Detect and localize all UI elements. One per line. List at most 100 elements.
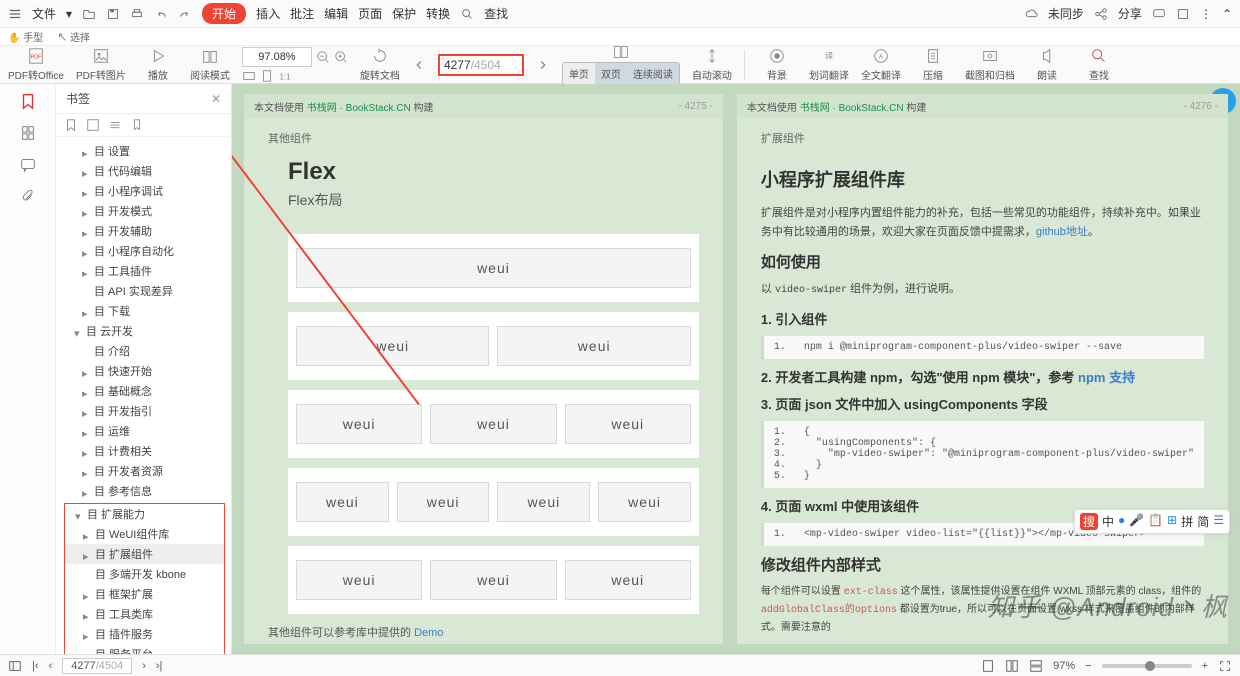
tree-node[interactable]: ▸目 框架扩展 (65, 584, 224, 604)
compress[interactable]: 压缩 (913, 47, 953, 82)
tree-node[interactable]: ▸目 开发模式 (64, 201, 231, 221)
thumbnail-icon[interactable] (19, 124, 37, 142)
menu-edit[interactable]: 编辑 (324, 5, 348, 22)
tree-node[interactable]: ▸目 WeUI组件库 (65, 524, 224, 544)
github-link[interactable]: github地址 (1036, 226, 1088, 238)
tree-node[interactable]: ▾目 云开发 (64, 321, 231, 341)
tree-node[interactable]: ▸目 计费相关 (64, 441, 231, 461)
zoom-out-status[interactable]: − (1085, 660, 1091, 672)
select-tool[interactable]: ↖ 选择 (57, 29, 90, 44)
prev-page-icon[interactable] (412, 58, 426, 72)
zoom-in-status[interactable]: + (1202, 660, 1208, 672)
demo-link[interactable]: Demo (414, 627, 443, 639)
find[interactable]: 查找 (1079, 47, 1119, 82)
chat-icon[interactable] (1152, 7, 1166, 21)
menu-comment[interactable]: 批注 (290, 5, 314, 22)
tree-node[interactable]: ▸目 快速开始 (64, 361, 231, 381)
fit-page-icon[interactable] (260, 69, 274, 83)
tree-node[interactable]: ▾目 扩展能力 (65, 504, 224, 524)
npm-support-link[interactable]: npm 支持 (1078, 370, 1135, 385)
window-icon[interactable] (1176, 7, 1190, 21)
hamburger-icon[interactable] (8, 7, 22, 21)
tree-node[interactable]: ▸目 基础概念 (64, 381, 231, 401)
rotate-doc[interactable]: 旋转文档 (360, 47, 400, 82)
last-page-icon[interactable]: ›| (156, 660, 163, 672)
view-mode-1-icon[interactable] (981, 659, 995, 673)
background[interactable]: 背景 (757, 47, 797, 82)
sidebar-close-icon[interactable]: ✕ (211, 92, 221, 106)
auto-scroll[interactable]: 自动滚动 (692, 47, 732, 82)
more-icon[interactable]: ⋮ (1200, 7, 1212, 21)
page-layout-segmented[interactable]: 单页 双页 连续阅读 (562, 62, 680, 85)
tree-node[interactable]: ▸目 小程序调试 (64, 181, 231, 201)
tree-node[interactable]: ▸目 参考信息 (64, 481, 231, 501)
tree-node[interactable]: 目 API 实现差异 (64, 281, 231, 301)
tree-node[interactable]: ▸目 开发指引 (64, 401, 231, 421)
cloud-icon[interactable] (1024, 7, 1038, 21)
undo-icon[interactable] (154, 7, 168, 21)
tree-node[interactable]: ▸目 开发辅助 (64, 221, 231, 241)
status-page-input[interactable]: 4277/4504 (62, 658, 132, 674)
menu-page[interactable]: 页面 (358, 5, 382, 22)
tree-node[interactable]: ▸目 运维 (64, 421, 231, 441)
collapse-ribbon-icon[interactable]: ⌃ (1222, 7, 1232, 21)
comment-icon[interactable] (19, 156, 37, 174)
bookmark-tool-icon[interactable] (130, 118, 144, 132)
layout-double[interactable]: 双页 (595, 63, 627, 84)
pdf-to-office[interactable]: PDFPDF转Office (8, 47, 64, 82)
hand-tool[interactable]: ✋ 手型 (8, 29, 43, 44)
tree-node[interactable]: ▸目 下载 (64, 301, 231, 321)
fit-width-icon[interactable] (242, 69, 256, 83)
prev-page-status-icon[interactable]: ‹ (49, 660, 53, 672)
zoom-slider[interactable] (1102, 664, 1192, 668)
redo-icon[interactable] (178, 7, 192, 21)
translate-full[interactable]: A全文翻译 (861, 47, 901, 82)
menu-dropdown-icon[interactable]: ▾ (66, 7, 72, 21)
view-mode-3-icon[interactable] (1029, 659, 1043, 673)
tree-node[interactable]: 目 介绍 (64, 341, 231, 361)
read-mode[interactable]: 阅读模式 (190, 47, 230, 82)
menu-file[interactable]: 文件 (32, 5, 56, 22)
menu-search[interactable]: 查找 (484, 5, 508, 22)
share-icon[interactable] (1094, 7, 1108, 21)
zoom-out-icon[interactable] (316, 50, 330, 64)
layout-continuous[interactable]: 连续阅读 (627, 63, 679, 84)
next-page-status-icon[interactable]: › (142, 660, 146, 672)
layout-single[interactable]: 单页 (563, 63, 595, 84)
fullscreen-icon[interactable] (1218, 659, 1232, 673)
menu-convert[interactable]: 转换 (426, 5, 450, 22)
menu-insert[interactable]: 插入 (256, 5, 280, 22)
save-icon[interactable] (106, 7, 120, 21)
share-label[interactable]: 分享 (1118, 5, 1142, 22)
ime-bar[interactable]: 搜 中● 🎤 📋 ⊞ 拼简 ☰ (1074, 509, 1230, 534)
tree-node[interactable]: ▸目 代码编辑 (64, 161, 231, 181)
sidebar-toggle-icon[interactable] (8, 659, 22, 673)
page-input[interactable]: 4277/4504 (438, 54, 524, 76)
view-mode-2-icon[interactable] (1005, 659, 1019, 673)
tree-node[interactable]: ▸目 服务平台 (65, 644, 224, 654)
print-icon[interactable] (130, 7, 144, 21)
tree-node[interactable]: ▸目 小程序自动化 (64, 241, 231, 261)
translate-selection[interactable]: 译划词翻译 (809, 47, 849, 82)
open-icon[interactable] (82, 7, 96, 21)
zoom-in-icon[interactable] (334, 50, 348, 64)
attachment-icon[interactable] (19, 188, 37, 206)
tree-node[interactable]: ▸目 设置 (64, 141, 231, 161)
sync-status[interactable]: 未同步 (1048, 5, 1084, 22)
next-page-icon[interactable] (536, 58, 550, 72)
collapse-icon[interactable] (108, 118, 122, 132)
add-bookmark-icon[interactable] (64, 118, 78, 132)
search-icon[interactable] (460, 7, 474, 21)
first-page-icon[interactable]: |‹ (32, 660, 39, 672)
tree-node[interactable]: ▸目 工具类库 (65, 604, 224, 624)
document-viewport[interactable]: 本文档使用 书栈网 · BookStack.CN 构建 - 4275 - 其他组… (232, 84, 1240, 654)
pdf-to-image[interactable]: PDF转图片 (76, 47, 126, 82)
bookmark-icon[interactable] (19, 92, 37, 110)
menu-protect[interactable]: 保护 (392, 5, 416, 22)
menu-start[interactable]: 开始 (202, 3, 246, 24)
tree-node[interactable]: ▸目 工具插件 (64, 261, 231, 281)
zoom-value[interactable]: 97.08% (242, 47, 312, 67)
tree-node[interactable]: ▸目 扩展组件 (65, 544, 224, 564)
actual-size-icon[interactable]: 1:1 (278, 69, 292, 83)
tree-node[interactable]: ▸目 插件服务 (65, 624, 224, 644)
